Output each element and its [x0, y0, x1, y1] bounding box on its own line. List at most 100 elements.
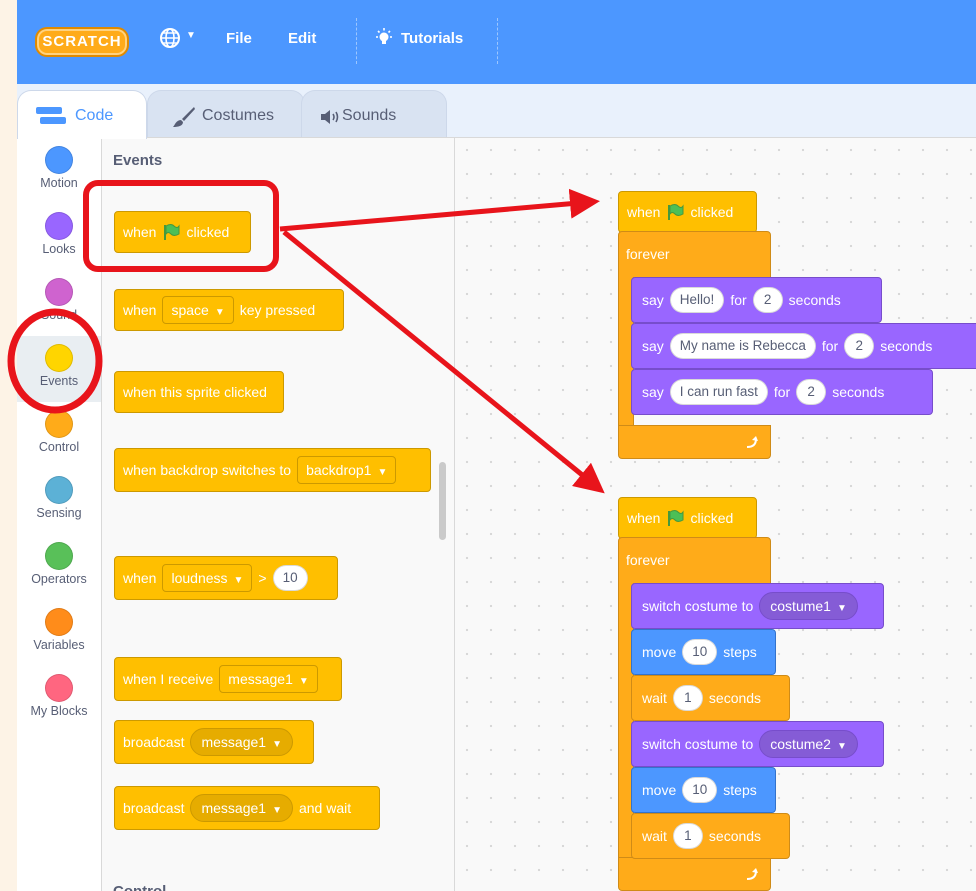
when-key-pressed-block[interactable]: when space ▼ key pressed	[114, 272, 344, 331]
block-text: clicked	[690, 510, 734, 526]
tab-sounds-label: Sounds	[342, 107, 397, 124]
steps-input[interactable]: 10	[682, 777, 718, 803]
category-label: Variables	[33, 638, 85, 652]
wait-seconds-input[interactable]: 1	[672, 685, 703, 711]
seconds-input[interactable]: 2	[844, 333, 875, 359]
chevron-down-icon: ▼	[214, 307, 225, 318]
block-text: steps	[723, 644, 757, 660]
category-label: Sensing	[36, 506, 82, 520]
message-input[interactable]: I can run fast	[669, 379, 768, 405]
green-flag-icon	[668, 510, 684, 526]
block-text: when this sprite clicked	[123, 384, 267, 400]
chevron-down-icon: ▼	[186, 30, 196, 41]
switch-costume-block[interactable]: switch costume to costume2 ▼	[631, 721, 884, 767]
message-input[interactable]: Hello!	[669, 287, 725, 313]
category-label: Motion	[40, 176, 78, 190]
wait-seconds-block[interactable]: wait 1 seconds	[631, 813, 790, 859]
file-menu[interactable]: File	[226, 30, 252, 47]
switch-costume-block[interactable]: switch costume to costume1 ▼	[631, 583, 884, 629]
operators-color-dot	[45, 542, 73, 570]
chevron-down-icon: ▼	[298, 676, 309, 687]
menu-bar: SCRATCH ▼ File Edit Tutorials	[17, 0, 976, 84]
chevron-down-icon: ▼	[377, 467, 388, 478]
block-palette: Events when clicked when space ▼ key pres…	[102, 137, 455, 891]
when-flag-clicked-block[interactable]: when clicked	[114, 194, 251, 253]
green-flag-icon	[668, 204, 684, 220]
block-text: when backdrop switches to	[123, 462, 292, 478]
chevron-down-icon: ▼	[272, 805, 282, 816]
code-area[interactable]: when clicked forever say Hello! for 2 se…	[455, 137, 976, 891]
category-sound[interactable]: Sound	[17, 270, 101, 336]
block-text: for	[730, 292, 747, 308]
category-my-blocks[interactable]: My Blocks	[17, 666, 101, 732]
block-text: >	[258, 570, 267, 586]
language-menu[interactable]: ▼	[159, 27, 196, 52]
block-text: say	[642, 292, 664, 308]
message-dropdown[interactable]: message1 ▼	[219, 665, 318, 693]
when-backdrop-switches-block[interactable]: when backdrop switches to backdrop1 ▼	[114, 431, 431, 492]
seconds-input[interactable]: 2	[752, 287, 783, 313]
block-text: broadcast	[123, 734, 185, 750]
block-text: seconds	[708, 690, 762, 706]
wait-seconds-input[interactable]: 1	[672, 823, 703, 849]
move-steps-block[interactable]: move 10 steps	[631, 767, 776, 813]
move-steps-block[interactable]: move 10 steps	[631, 629, 776, 675]
message-dropdown[interactable]: message1 ▼	[190, 728, 293, 756]
block-text: clicked	[690, 204, 734, 220]
block-text: steps	[723, 782, 757, 798]
costume-dropdown[interactable]: costume1 ▼	[759, 592, 858, 620]
tutorials-menu[interactable]: Tutorials	[373, 27, 463, 49]
tutorials-label: Tutorials	[401, 29, 464, 47]
scratch-editor: SCRATCH ▼ File Edit Tutorials Code Costu…	[17, 0, 976, 891]
message-input[interactable]: My name is Rebecca	[669, 333, 816, 359]
category-events[interactable]: Events	[17, 336, 101, 402]
when-i-receive-block[interactable]: when I receive message1 ▼	[114, 640, 342, 701]
say-for-seconds-block[interactable]: say I can run fast for 2 seconds	[631, 369, 933, 415]
green-flag-icon	[164, 224, 180, 240]
edit-menu[interactable]: Edit	[288, 30, 316, 47]
palette-heading-control: Control	[113, 883, 166, 891]
wait-seconds-block[interactable]: wait 1 seconds	[631, 675, 790, 721]
block-text: forever	[626, 246, 670, 262]
steps-input[interactable]: 10	[682, 639, 718, 665]
seconds-input[interactable]: 2	[796, 379, 827, 405]
category-variables[interactable]: Variables	[17, 600, 101, 666]
script2-when-flag-clicked[interactable]: when clicked	[618, 480, 757, 539]
backdrop-dropdown[interactable]: backdrop1 ▼	[297, 456, 397, 484]
menu-divider	[497, 18, 498, 64]
block-text: wait	[642, 690, 667, 706]
scratch-logo[interactable]: SCRATCH	[35, 27, 129, 57]
broadcast-block[interactable]: broadcast message1 ▼	[114, 720, 314, 764]
script1-when-flag-clicked[interactable]: when clicked	[618, 174, 757, 233]
block-text: switch costume to	[642, 598, 754, 614]
category-operators[interactable]: Operators	[17, 534, 101, 600]
tab-code[interactable]: Code	[17, 90, 147, 139]
my-blocks-color-dot	[45, 674, 73, 702]
category-looks[interactable]: Looks	[17, 204, 101, 270]
block-text: when	[627, 204, 661, 220]
tab-costumes[interactable]: Costumes	[147, 90, 305, 139]
block-text: say	[642, 338, 664, 354]
say-for-seconds-block[interactable]: say My name is Rebecca for 2 seconds	[631, 323, 976, 369]
category-motion[interactable]: Motion	[17, 138, 101, 204]
category-sensing[interactable]: Sensing	[17, 468, 101, 534]
costume-dropdown[interactable]: costume2 ▼	[759, 730, 858, 758]
category-label: My Blocks	[30, 704, 88, 718]
broadcast-and-wait-block[interactable]: broadcast message1 ▼ and wait	[114, 786, 380, 830]
loop-arrow-icon	[746, 436, 758, 448]
loudness-value-input[interactable]: 10	[272, 565, 308, 591]
sensor-dropdown[interactable]: loudness ▼	[162, 564, 253, 592]
chevron-down-icon: ▼	[233, 575, 244, 586]
tab-sounds[interactable]: Sounds	[301, 90, 447, 139]
key-dropdown[interactable]: space ▼	[162, 296, 234, 324]
block-text: key pressed	[239, 302, 316, 318]
when-sprite-clicked-block[interactable]: when this sprite clicked	[114, 354, 284, 413]
say-for-seconds-block[interactable]: say Hello! for 2 seconds	[631, 277, 882, 323]
message-dropdown[interactable]: message1 ▼	[190, 794, 293, 822]
when-loudness-block[interactable]: when loudness ▼ > 10	[114, 539, 338, 600]
block-text: seconds	[880, 338, 933, 354]
tab-code-label: Code	[75, 107, 114, 124]
palette-scrollbar[interactable]	[439, 462, 446, 540]
category-control[interactable]: Control	[17, 402, 101, 468]
lightbulb-icon	[376, 28, 392, 44]
